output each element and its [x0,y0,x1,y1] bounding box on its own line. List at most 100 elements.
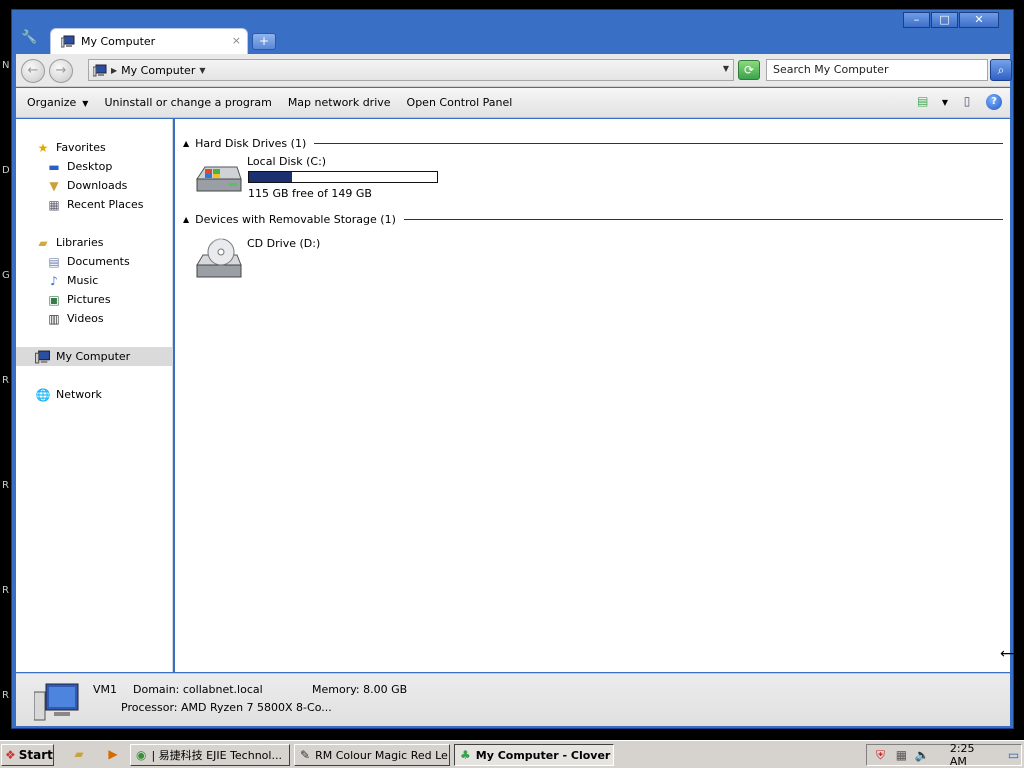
nav-label: Desktop [67,160,113,173]
system-tray: ⛨ ▦ 🔈 2:25 AM ▭ [866,742,1022,768]
breadcrumb[interactable]: My Computer [121,64,195,77]
recent-places-icon: ▦ [48,197,60,212]
collapse-icon[interactable]: ▲ [183,139,189,148]
processor-text: Processor: AMD Ryzen 7 5800X 8-Co... [121,701,332,714]
tab-close-icon[interactable]: × [232,34,241,47]
group-header-label: Hard Disk Drives (1) [195,137,307,150]
windows-flag-icon: ❖ [5,748,16,762]
desktop-icon-label: R [2,480,9,491]
address-dropdown-icon[interactable]: ▼ [723,64,729,73]
nav-documents[interactable]: ▤ Documents [16,252,173,271]
task-label: RM Colour Magic Red Le... [315,748,450,762]
nav-my-computer[interactable]: My Computer [16,347,173,366]
taskbar: ❖ Start ▰ ▶ ◉ | 易捷科技 EJIE Technol... ✎ R… [0,740,1024,768]
nav-network[interactable]: 🌐 Network [16,385,173,404]
network-icon: 🌐 [35,387,51,402]
computer-icon [93,64,107,76]
nav-recent-places[interactable]: ▦ Recent Places [16,195,173,214]
chevron-down-icon[interactable]: ▼ [199,66,205,75]
chevron-down-icon[interactable]: ▼ [942,98,948,107]
divider [403,219,1003,220]
nav-pictures[interactable]: ▣ Pictures [16,290,173,309]
drive-free-space: 115 GB free of 149 GB [248,187,372,200]
nav-favorites[interactable]: ★ Favorites [16,138,173,157]
chevron-right-icon[interactable]: ▶ [111,66,117,75]
desktop-icon-label: R [2,375,9,386]
clock[interactable]: 2:25 AM [950,742,992,768]
explorer-quicklaunch-icon[interactable]: ▰ [70,747,88,763]
start-button[interactable]: ❖ Start [1,744,54,766]
nav-downloads[interactable]: ▼ Downloads [16,176,173,195]
drive-name: CD Drive (D:) [247,237,321,250]
group-header-hard-disks[interactable]: ▲ Hard Disk Drives (1) [183,137,1003,150]
resize-cursor-icon: ⟷ [1000,646,1021,662]
computer-icon [35,350,50,363]
computer-icon [61,35,75,48]
star-icon: ★ [37,140,49,155]
organize-label: Organize [27,96,77,109]
clover-icon: ♣ [460,748,471,762]
back-button[interactable]: ← [21,59,45,83]
new-tab-button[interactable]: + [252,33,276,50]
tab-my-computer[interactable]: My Computer × [50,28,248,54]
search-input[interactable]: Search My Computer [766,59,988,81]
desktop-icon: ▬ [48,159,60,174]
computer-name: VM1 [93,683,118,696]
preview-pane-icon[interactable]: ▯ [958,94,976,110]
libraries-icon: ▰ [38,235,48,250]
wrench-icon[interactable]: 🔧 [21,30,37,46]
memory-text: Memory: 8.00 GB [312,683,408,696]
security-alert-icon[interactable]: ⛨ [873,748,888,763]
tab-title: My Computer [81,35,156,48]
desktop-icon-label: N [2,60,10,71]
drive-name: Local Disk (C:) [247,155,327,168]
drive-local-disk-c[interactable]: Local Disk (C:) 115 GB free of 149 GB [193,153,438,200]
hard-drive-icon [196,166,242,192]
task-ejie[interactable]: ◉ | 易捷科技 EJIE Technol... [130,744,290,766]
forward-button[interactable]: → [49,59,73,83]
music-icon: ♪ [50,273,58,288]
show-desktop-icon[interactable]: ▭ [1006,748,1021,762]
group-header-label: Devices with Removable Storage (1) [195,213,396,226]
desktop-icon-label: R [2,690,9,701]
nav-desktop[interactable]: ▬ Desktop [16,157,173,176]
help-icon[interactable]: ? [986,94,1002,110]
volume-icon[interactable]: 🔈 [915,748,930,762]
nav-label: Videos [67,312,104,325]
open-control-panel-button[interactable]: Open Control Panel [407,96,513,109]
task-my-computer-clover[interactable]: ♣ My Computer - Clover [454,744,614,766]
map-network-drive-button[interactable]: Map network drive [288,96,391,109]
drive-cd-d[interactable]: CD Drive (D:) [193,235,320,281]
nav-libraries[interactable]: ▰ Libraries [16,233,173,252]
view-options-icon[interactable]: ▤ [914,94,932,110]
address-box[interactable]: ▶ My Computer ▼ ▼ [88,59,734,81]
search-button[interactable]: ⌕ [990,59,1012,81]
cd-drive-icon [196,238,242,278]
nav-label: Network [56,388,102,401]
capacity-used-fill [249,172,292,182]
drive-info: CD Drive (D:) [247,235,320,281]
task-label: | 易捷科技 EJIE Technol... [151,749,282,762]
group-header-removable[interactable]: ▲ Devices with Removable Storage (1) [183,213,1003,226]
nav-videos[interactable]: ▥ Videos [16,309,173,328]
nav-label: Recent Places [67,198,144,211]
capacity-bar [248,171,438,183]
task-rm-colour-magic[interactable]: ✎ RM Colour Magic Red Le... [294,744,450,766]
chrome-icon: ◉ [136,748,147,762]
computer-icon [34,683,79,721]
nav-label: Pictures [67,293,111,306]
refresh-button[interactable]: ⟳ [738,60,760,80]
media-player-quicklaunch-icon[interactable]: ▶ [104,747,122,763]
divider [314,143,1003,144]
task-label: My Computer - Clover [475,748,611,762]
network-status-icon[interactable]: ▦ [894,748,909,762]
details-pane: VM1 Domain: collabnet.local Memory: 8.00… [16,673,1010,726]
uninstall-program-button[interactable]: Uninstall or change a program [104,96,271,109]
pictures-icon: ▣ [48,292,60,307]
videos-icon: ▥ [48,311,60,326]
collapse-icon[interactable]: ▲ [183,215,189,224]
organize-menu[interactable]: Organize ▼ [27,96,88,109]
address-bar-row: ← → ▶ My Computer ▼ ▼ ⟳ Search My Comput… [16,54,1012,87]
nav-music[interactable]: ♪ Music [16,271,173,290]
desktop-icon-label: G [2,270,10,281]
